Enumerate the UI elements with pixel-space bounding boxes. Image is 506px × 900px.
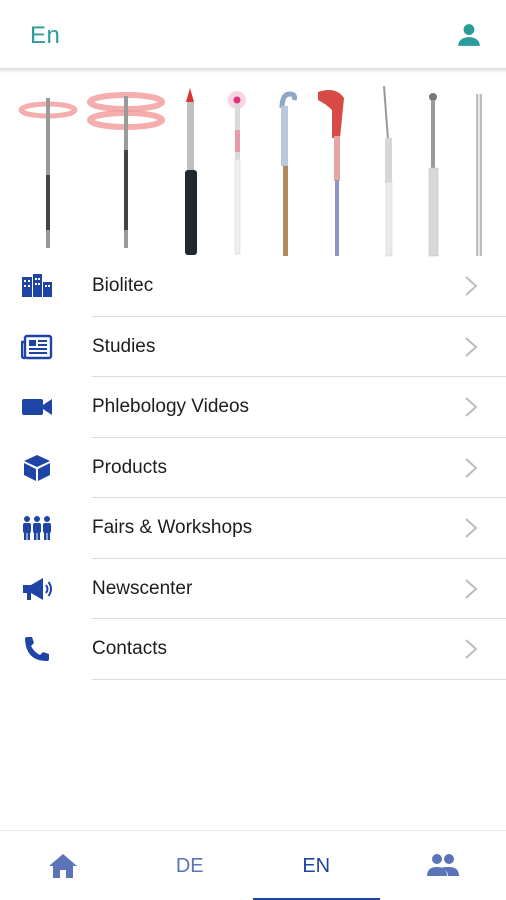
menu-item-products[interactable]: Products [0, 438, 506, 498]
product-fiber-2 [87, 92, 165, 248]
home-icon [49, 854, 78, 878]
menu-item-label: Fairs & Workshops [92, 517, 253, 538]
buildings-icon [22, 274, 52, 297]
menu-item-contacts[interactable]: Contacts [0, 619, 506, 680]
menu-item-label: Studies [92, 335, 156, 357]
menu-item-label: Products [92, 456, 167, 478]
people-group-icon [23, 516, 51, 540]
menu-item-phlebology-videos[interactable]: Phlebology Videos [0, 377, 506, 438]
menu-item-studies[interactable]: Studies [0, 317, 506, 377]
megaphone-icon [23, 577, 52, 600]
product-fiber-6 [318, 90, 344, 256]
chevron-right-icon [465, 639, 478, 659]
product-fiber-5 [279, 91, 297, 256]
newspaper-icon [21, 334, 53, 359]
video-camera-icon [22, 399, 52, 415]
nav-tab-home[interactable] [0, 831, 127, 900]
product-fiber-9 [476, 94, 482, 256]
main-menu: Biolitec Studies Phlebology Videos Produ… [0, 256, 506, 680]
people-icon [426, 854, 459, 876]
nav-tab-people[interactable] [380, 831, 506, 900]
top-bar-shadow [0, 68, 506, 73]
chevron-right-icon [465, 276, 478, 296]
chevron-right-icon [465, 397, 478, 417]
cube-icon [24, 454, 50, 481]
product-fiber-1 [18, 98, 78, 248]
menu-divider [92, 678, 506, 680]
user-icon[interactable] [456, 22, 482, 48]
nav-tab-en-label: EN [302, 855, 331, 877]
phone-icon [25, 637, 49, 661]
chevron-right-icon [465, 518, 478, 538]
menu-item-label: Biolitec [92, 275, 154, 296]
bottom-navigation: DE EN [0, 830, 506, 900]
menu-item-biolitec[interactable]: Biolitec [0, 256, 506, 317]
menu-item-label: Contacts [92, 638, 167, 659]
chevron-right-icon [465, 578, 478, 599]
menu-item-newscenter[interactable]: Newscenter [0, 559, 506, 619]
laser-fiber-products-banner [18, 85, 482, 257]
product-fiber-3 [185, 88, 197, 255]
menu-item-label: Phlebology Videos [92, 396, 250, 417]
product-fiber-4 [228, 91, 246, 255]
chevron-right-icon [465, 457, 478, 478]
nav-tab-en[interactable]: EN [253, 831, 380, 900]
product-fiber-8 [428, 93, 439, 257]
product-fiber-7 [383, 85, 393, 257]
nav-tab-de-label: DE [175, 855, 204, 877]
menu-item-label: Newscenter [92, 577, 193, 599]
language-label[interactable]: En [30, 22, 60, 50]
chevron-right-icon [465, 336, 478, 357]
top-app-bar: En [0, 0, 506, 70]
nav-tab-de[interactable]: DE [127, 831, 254, 900]
menu-item-fairs-workshops[interactable]: Fairs & Workshops [0, 498, 506, 559]
